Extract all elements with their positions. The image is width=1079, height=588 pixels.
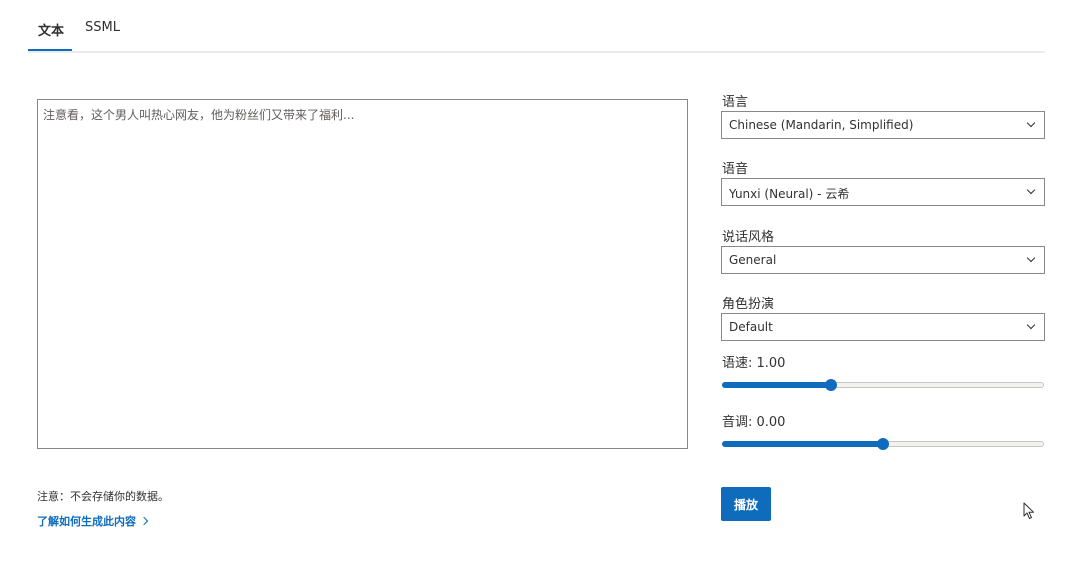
play-button[interactable]: 播放 — [721, 487, 771, 521]
pitch-slider-fill — [722, 441, 883, 447]
active-tab-indicator — [28, 49, 72, 51]
voice-label: 语音 — [722, 162, 749, 177]
mouse-cursor-icon — [1023, 502, 1034, 519]
rate-slider[interactable] — [722, 379, 1044, 391]
voice-select[interactable]: Yunxi (Neural) - 云希 — [721, 178, 1045, 206]
voice-select-value: Yunxi (Neural) - 云希 — [729, 187, 850, 201]
privacy-note: 注意：不会存储你的数据。 — [37, 490, 169, 503]
style-label: 说话风格 — [722, 230, 775, 245]
rate-slider-fill — [722, 382, 832, 388]
pitch-slider[interactable] — [722, 438, 1044, 450]
language-select-value: Chinese (Mandarin, Simplified) — [729, 118, 914, 132]
chevron-right-icon — [139, 516, 149, 526]
text-input-area[interactable]: 注意看，这个男人叫热心网友，他为粉丝们又带来了福利... — [37, 99, 688, 449]
role-select[interactable]: Default — [721, 313, 1045, 341]
chevron-down-icon — [1026, 185, 1036, 195]
tab-ssml[interactable]: SSML — [85, 20, 120, 35]
tab-bar: 文本 SSML — [28, 14, 1045, 53]
style-select-value: General — [729, 253, 777, 267]
language-label: 语言 — [722, 95, 749, 110]
learn-more-label: 了解如何生成此内容 — [37, 515, 136, 528]
rate-slider-thumb[interactable] — [825, 379, 838, 391]
rate-label: 语速: 1.00 — [722, 356, 786, 371]
role-select-value: Default — [729, 320, 773, 334]
style-select[interactable]: General — [721, 246, 1045, 274]
learn-more-link[interactable]: 了解如何生成此内容 — [37, 513, 149, 529]
chevron-down-icon — [1026, 320, 1036, 330]
role-label: 角色扮演 — [722, 297, 775, 312]
chevron-down-icon — [1026, 253, 1036, 263]
pitch-slider-thumb[interactable] — [877, 438, 889, 450]
language-select[interactable]: Chinese (Mandarin, Simplified) — [721, 111, 1045, 139]
text-input-content: 注意看，这个男人叫热心网友，他为粉丝们又带来了福利... — [43, 108, 355, 122]
tab-text[interactable]: 文本 — [38, 20, 64, 39]
pitch-label: 音调: 0.00 — [722, 415, 786, 430]
chevron-down-icon — [1026, 118, 1036, 128]
